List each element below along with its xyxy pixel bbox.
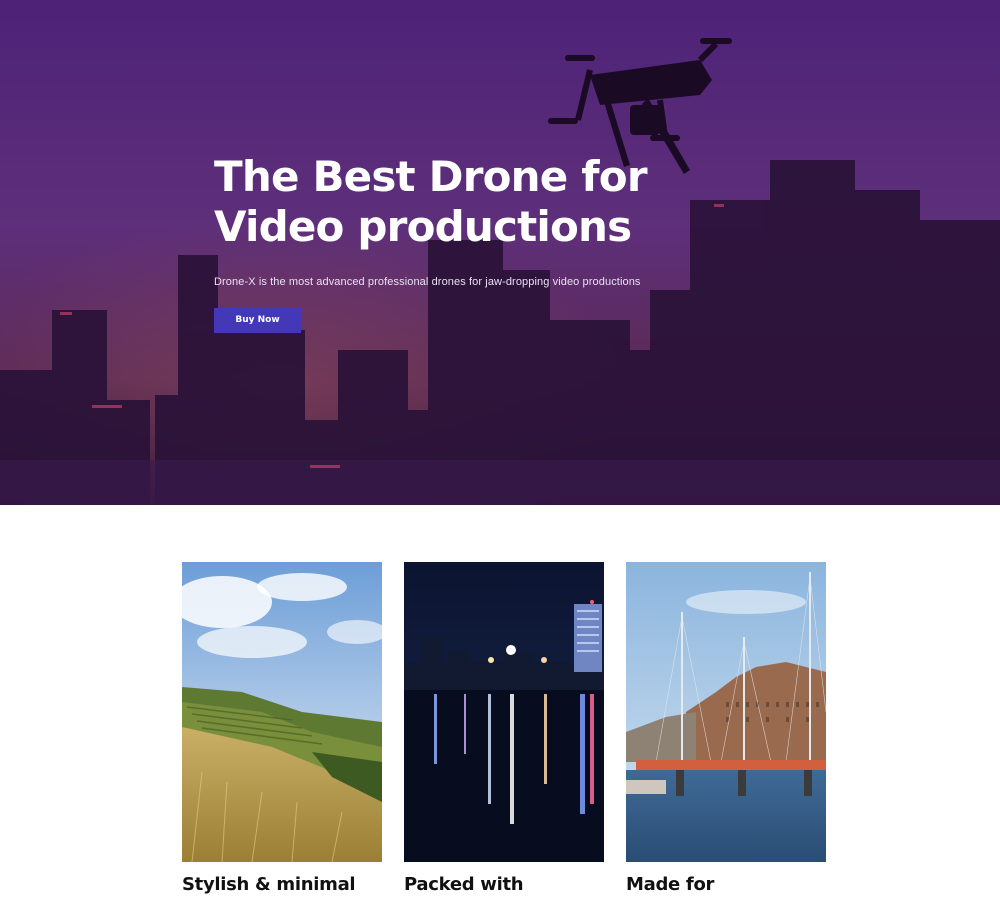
- feature-card-packed[interactable]: Packed with: [404, 562, 604, 895]
- hero-content: The Best Drone for Video productions Dro…: [214, 152, 734, 333]
- hero-title-line-2: Video productions: [214, 202, 632, 251]
- vineyard-hillside-photo: [182, 562, 382, 862]
- hero-section: The Best Drone for Video productions Dro…: [0, 0, 1000, 505]
- hero-subtitle: Drone-X is the most advanced professiona…: [214, 276, 641, 288]
- hero-title: The Best Drone for Video productions: [214, 152, 734, 252]
- night-city-waterfront-photo: [404, 562, 604, 862]
- feature-title-packed: Packed with: [404, 874, 524, 895]
- harbor-bridge-photo: [626, 562, 826, 862]
- hero-title-line-1: The Best Drone for: [214, 152, 648, 201]
- feature-card-made-for[interactable]: Made for: [626, 562, 826, 895]
- feature-title-stylish: Stylish & minimal: [182, 874, 356, 895]
- feature-card-stylish[interactable]: Stylish & minimal: [182, 562, 382, 895]
- feature-title-made-for: Made for: [626, 874, 715, 895]
- buy-now-button[interactable]: Buy Now: [214, 308, 301, 333]
